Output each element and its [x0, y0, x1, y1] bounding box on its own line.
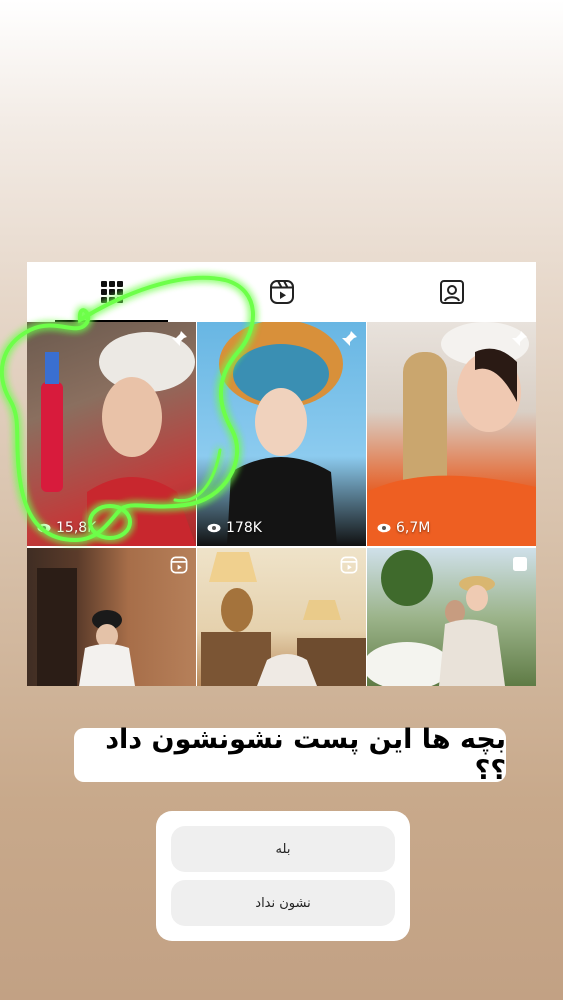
reels-badge-icon	[340, 556, 358, 578]
tagged-user-icon	[439, 280, 464, 304]
poll-option-yes[interactable]: بله	[171, 826, 395, 872]
tab-reels[interactable]	[197, 262, 366, 322]
post-thumbnail[interactable]: 178K	[197, 322, 366, 546]
eye-icon	[37, 523, 51, 533]
view-count-label: 178K	[226, 520, 262, 536]
post-thumbnail[interactable]	[367, 548, 536, 686]
post-thumbnail[interactable]	[27, 548, 196, 686]
profile-tabs	[27, 262, 536, 322]
post-thumbnail[interactable]: 15,8K	[27, 322, 196, 546]
reels-icon	[269, 280, 294, 304]
reels-badge-icon	[170, 556, 188, 578]
pin-icon	[510, 330, 528, 352]
view-count: 178K	[207, 520, 262, 536]
post-photo	[367, 322, 536, 546]
post-photo	[41, 332, 196, 546]
eye-icon	[377, 523, 391, 533]
post-photo	[367, 550, 505, 686]
posts-grid: 15,8K 178K 6,7M	[27, 322, 536, 686]
tab-tagged[interactable]	[367, 262, 536, 322]
view-count: 15,8K	[37, 520, 96, 536]
post-photo	[219, 322, 343, 546]
grid-icon	[100, 281, 123, 303]
view-count-label: 6,7M	[396, 520, 431, 536]
eye-icon	[207, 523, 221, 533]
pin-icon	[340, 330, 358, 352]
tab-posts-grid[interactable]	[27, 262, 196, 322]
multi-post-icon	[512, 556, 528, 576]
view-count-label: 15,8K	[56, 520, 97, 536]
pin-icon	[170, 330, 188, 352]
post-thumbnail[interactable]	[197, 548, 366, 686]
poll-option-no[interactable]: نشون نداد	[171, 880, 395, 926]
view-count: 6,7M	[377, 520, 430, 536]
story-question-text: بچه ها این پست نشونشون داد ؟؟	[74, 724, 506, 786]
instagram-profile-grid: 15,8K 178K 6,7M	[27, 262, 536, 686]
post-thumbnail[interactable]: 6,7M	[367, 322, 536, 546]
poll-sticker: بله نشون نداد	[156, 811, 410, 941]
